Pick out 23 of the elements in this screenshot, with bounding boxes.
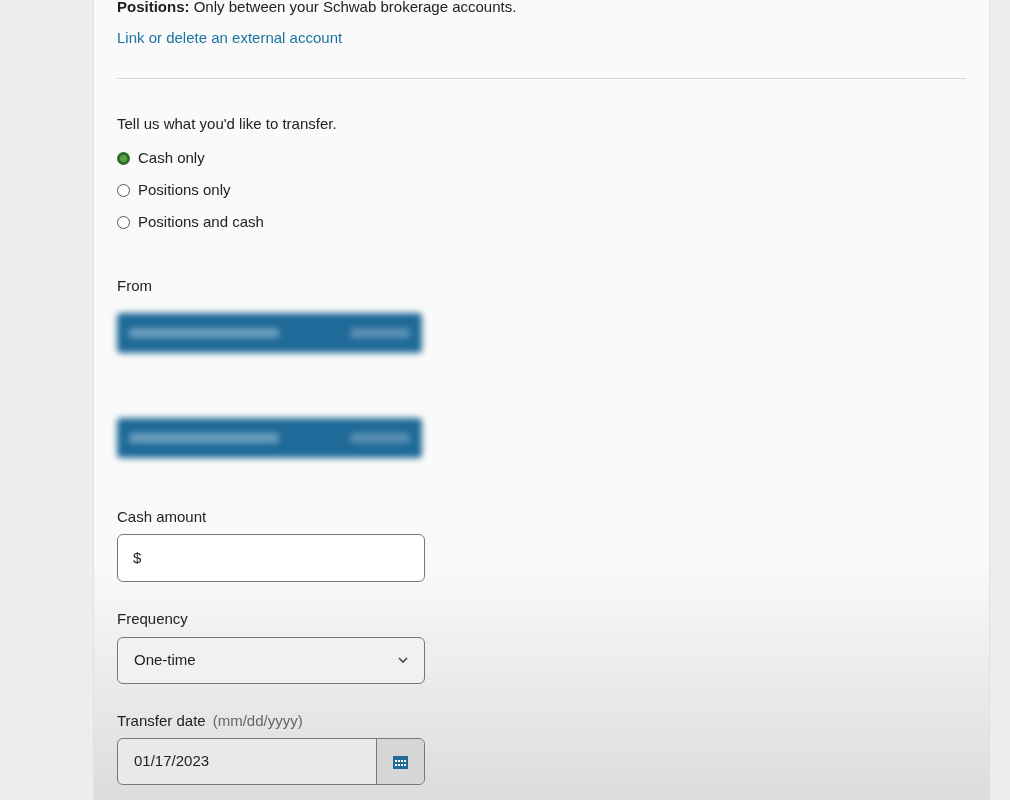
external-account-link[interactable]: Link or delete an external account [117,27,343,50]
cash-amount-label: Cash amount [117,506,208,527]
chevron-down-icon [398,657,408,663]
radio-button[interactable] [117,215,130,229]
date-format-hint: (mm/dd/yyyy) [212,710,303,731]
radio-label: Cash only [138,147,205,168]
redacted-account-select[interactable] [117,417,422,458]
radio-button[interactable] [117,183,130,197]
from-label: From [117,276,153,296]
radio-button[interactable] [117,151,130,165]
transfer-date-field[interactable]: 01/17/2023 [117,738,425,785]
radio-label: Positions only [138,179,231,200]
transfer-date-label: Transfer date [117,710,206,731]
frequency-select[interactable]: One-time [117,636,425,684]
calendar-button[interactable] [376,739,424,784]
currency-prefix: $ [133,547,142,568]
transfer-prompt: Tell us what you'd like to transfer. [117,113,338,134]
cash-amount-field[interactable]: $ [117,534,425,582]
frequency-label: Frequency [117,609,189,629]
radio-label: Positions and cash [138,211,264,232]
positions-note: Positions: Only between your Schwab brokerage accounts. [117,0,518,17]
calendar-icon [393,754,408,769]
redacted-account-select[interactable] [117,312,422,353]
